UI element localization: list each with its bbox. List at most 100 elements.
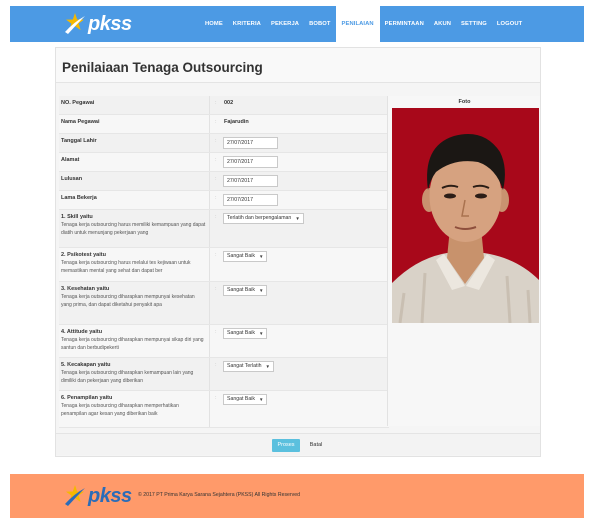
criteria-label: 1. Skill yaitu Tenaga kerja outsourcing h…: [61, 214, 206, 237]
criteria-description: Tenaga kerja outsourcing harus melalui t…: [61, 260, 191, 274]
criteria-label: 2. Psikotest yaitu Tenaga kerja outsourci…: [61, 252, 206, 275]
colon-separator: :: [215, 176, 217, 182]
nav-item-home[interactable]: HOME: [200, 6, 228, 42]
nav-item-bobot[interactable]: BOBOT: [304, 6, 335, 42]
colon-separator: :: [215, 395, 217, 401]
tanggal-lahir-input[interactable]: 27/07/2017: [223, 137, 278, 149]
assessment-form: NO. Pegawai : 002 Nama Pegawai : Fajarud…: [59, 96, 389, 428]
label-no-pegawai: NO. Pegawai: [61, 100, 95, 106]
criteria-title: 6. Penampilan yaitu: [61, 395, 113, 401]
label-alamat: Alamat: [61, 157, 80, 163]
colon-separator: :: [215, 362, 217, 368]
attitude-select[interactable]: Sangat Baik ▼: [223, 328, 268, 339]
proses-button[interactable]: Proses: [272, 439, 300, 452]
column-divider: [209, 172, 210, 190]
row-criteria-kecakapan: 5. Kecakapan yaitu Tenaga kerja outsourci…: [59, 358, 389, 391]
row-criteria-kesehatan: 3. Kesehatan yaitu Tenaga kerja outsourci…: [59, 282, 389, 325]
row-alamat: Alamat : 27/07/2017: [59, 153, 389, 172]
criteria-title: 3. Kesehatan yaitu: [61, 286, 110, 292]
kesehatan-select[interactable]: Sangat Baik ▼: [223, 285, 268, 296]
photo-column: Foto: [387, 96, 540, 426]
brand-logo[interactable]: pkss: [64, 11, 132, 37]
criteria-description: Tenaga kerja outsourcing diharapkan kema…: [61, 370, 194, 384]
value-nama-pegawai: Fajarudin: [224, 119, 249, 125]
column-divider: [209, 191, 210, 209]
skill-select[interactable]: Terlatih dan berpengalaman ▼: [223, 213, 304, 224]
colon-separator: :: [215, 214, 217, 220]
nav-item-permintaan[interactable]: PERMINTAAN: [380, 6, 429, 42]
footer: pkss © 2017 PT Prima Karya Sarana Sejaht…: [10, 474, 584, 518]
nav-item-penilaian[interactable]: PENILAIAN: [335, 6, 380, 42]
caret-down-icon: ▼: [258, 331, 264, 336]
alamat-input[interactable]: 27/07/2017: [223, 156, 278, 168]
criteria-description: Tenaga kerja outsourcing diharapkan memp…: [61, 337, 204, 351]
value-no-pegawai: 002: [224, 100, 234, 106]
column-divider: [209, 210, 210, 247]
lulusan-input[interactable]: 27/07/2017: [223, 175, 278, 187]
column-divider: [209, 391, 210, 427]
label-tanggal-lahir: Tanggal Lahir: [61, 138, 97, 144]
select-value: Sangat Baik: [227, 253, 255, 259]
select-value: Sangat Baik: [227, 396, 255, 402]
column-divider: [209, 153, 210, 171]
action-bar: Proses Batal: [56, 433, 540, 455]
select-value: Sangat Baik: [227, 330, 255, 336]
criteria-title: 4. Attitude yaitu: [61, 329, 103, 335]
column-divider: [209, 134, 210, 152]
photo-label: Foto: [458, 99, 471, 105]
colon-separator: :: [215, 138, 217, 144]
select-value: Sangat Terlatih: [227, 363, 262, 369]
caret-down-icon: ▼: [258, 288, 264, 293]
star-swoosh-logo-icon: [65, 485, 85, 506]
row-no-pegawai: NO. Pegawai : 002: [59, 96, 389, 115]
caret-down-icon: ▼: [265, 364, 270, 369]
caret-down-icon: ▼: [258, 254, 264, 259]
row-tanggal-lahir: Tanggal Lahir : 27/07/2017: [59, 134, 389, 153]
colon-separator: :: [215, 100, 217, 106]
brand-name: pkss: [88, 12, 132, 35]
footer-brand-name: pkss: [88, 484, 132, 507]
page-title: Penilaiaan Tenaga Outsourcing: [62, 60, 263, 75]
criteria-title: 2. Psikotest yaitu: [61, 252, 106, 258]
caret-down-icon: ▼: [258, 397, 264, 402]
nav-item-setting[interactable]: SETTING: [456, 6, 492, 42]
nav-item-logout[interactable]: LOGOUT: [492, 6, 527, 42]
select-value: Terlatih dan berpengalaman: [227, 215, 292, 221]
criteria-label: 5. Kecakapan yaitu Tenaga kerja outsourci…: [61, 362, 206, 385]
colon-separator: :: [215, 329, 217, 335]
column-divider: [209, 282, 210, 324]
row-nama-pegawai: Nama Pegawai : Fajarudin: [59, 115, 389, 134]
criteria-title: 5. Kecakapan yaitu: [61, 362, 111, 368]
title-bar: Penilaiaan Tenaga Outsourcing: [56, 48, 540, 83]
lama-bekerja-input[interactable]: 27/07/2017: [223, 194, 278, 206]
main-nav: HOME KRITERIA PEKERJA BOBOT PENILAIAN PE…: [200, 6, 527, 42]
employee-photo: [392, 108, 539, 323]
colon-separator: :: [215, 286, 217, 292]
content-panel: Penilaiaan Tenaga Outsourcing NO. Pegawa…: [55, 47, 541, 457]
row-lulusan: Lulusan : 27/07/2017: [59, 172, 389, 191]
nav-item-kriteria[interactable]: KRITERIA: [228, 6, 266, 42]
top-navbar: pkss HOME KRITERIA PEKERJA BOBOT PENILAI…: [10, 6, 584, 42]
footer-brand-logo: pkss: [64, 483, 132, 509]
page: pkss HOME KRITERIA PEKERJA BOBOT PENILAI…: [0, 0, 590, 520]
column-divider: [209, 358, 210, 390]
star-swoosh-logo-icon: [65, 13, 85, 34]
penampilan-select[interactable]: Sangat Baik ▼: [223, 394, 268, 405]
column-divider: [209, 115, 210, 133]
nav-item-akun[interactable]: AKUN: [429, 6, 456, 42]
colon-separator: :: [215, 252, 217, 258]
criteria-description: Tenaga kerja outsourcing diharapkan memp…: [61, 294, 195, 308]
caret-down-icon: ▼: [295, 216, 300, 221]
batal-button[interactable]: Batal: [306, 439, 326, 452]
criteria-label: 6. Penampilan yaitu Tenaga kerja outsourc…: [61, 395, 206, 418]
criteria-label: 4. Attitude yaitu Tenaga kerja outsourcin…: [61, 329, 206, 352]
row-criteria-psikotest: 2. Psikotest yaitu Tenaga kerja outsourci…: [59, 248, 389, 282]
nav-item-pekerja[interactable]: PEKERJA: [266, 6, 304, 42]
psikotest-select[interactable]: Sangat Baik ▼: [223, 251, 268, 262]
label-nama-pegawai: Nama Pegawai: [61, 119, 100, 125]
kecakapan-select[interactable]: Sangat Terlatih ▼: [223, 361, 274, 372]
row-criteria-attitude: 4. Attitude yaitu Tenaga kerja outsourcin…: [59, 325, 389, 358]
column-divider: [209, 96, 210, 114]
row-lama-bekerja: Lama Bekerja : 27/07/2017: [59, 191, 389, 210]
column-divider: [209, 248, 210, 281]
